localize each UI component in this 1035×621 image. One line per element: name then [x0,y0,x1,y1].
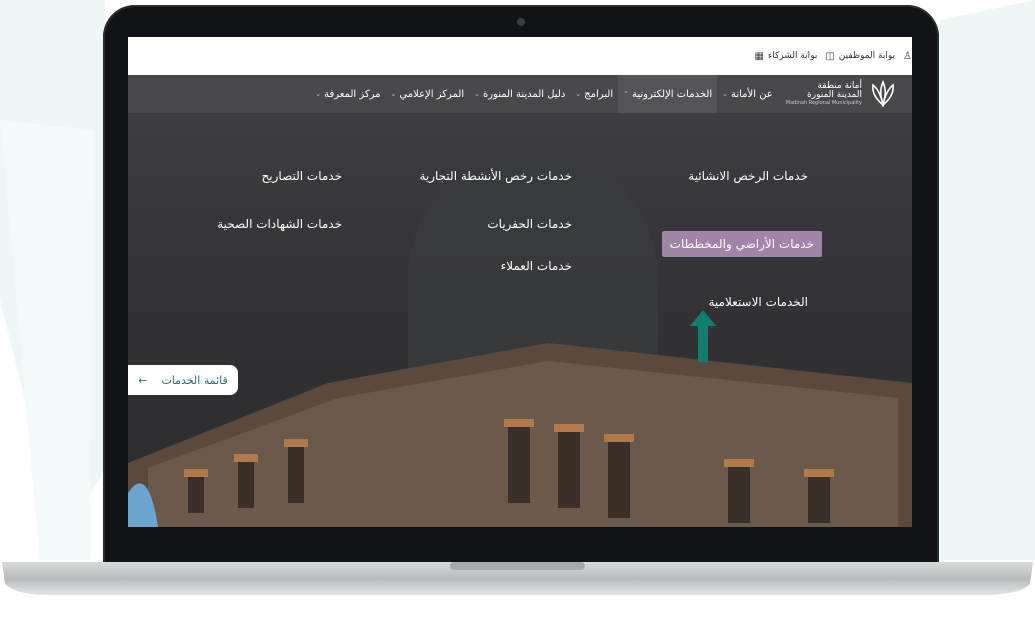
chevron-down-icon: ⌄ [315,90,322,98]
nav-item-e-services[interactable]: الخدمات الإلكترونية ⌃ [618,75,718,113]
nav-item-knowledge-center[interactable]: مركز المعرفة ⌄ [310,75,385,113]
user-icon: ♙ [903,50,912,62]
id-card-icon: ◫ [825,50,835,62]
chevron-down-icon: ⌄ [390,90,397,98]
logo-line-3: Madinah Regional Municipality [785,99,862,106]
nav-item-programs[interactable]: البرامج ⌄ [570,75,618,113]
nav-item-label: البرامج [584,88,614,100]
partners-portal-link[interactable]: ▦ بوابة الشركاء [755,51,818,62]
nav-item-media-center[interactable]: المركز الإعلامي ⌄ [386,75,470,113]
arrow-up-icon [690,310,716,362]
nav-item-label: المركز الإعلامي [399,88,465,100]
service-lands-and-plans[interactable]: خدمات الأراضي والمخططات [661,231,822,257]
chevron-down-icon: ⌄ [722,90,728,98]
nav-item-label: دليل المدينة المنورة [482,88,566,100]
services-list-label: قائمة الخدمات [161,373,228,387]
chevron-down-icon: ⌄ [474,90,480,98]
service-excavations[interactable]: خدمات الحفريات [487,217,572,231]
service-inquiry-services[interactable]: الخدمات الاستعلامية [708,295,808,309]
building-icon: ▦ [754,50,764,62]
arrow-left-icon: ← [138,373,148,387]
nav-item-madinah-guide[interactable]: دليل المدينة المنورة ⌄ [469,75,570,113]
service-customer-services[interactable]: خدمات العملاء [501,259,572,273]
chevron-down-icon: ⌄ [575,90,582,98]
municipality-logo[interactable]: أمانة منطقة المدينة المنورة Madinah Regi… [786,79,898,109]
employees-portal-label: بوابة الموظفين [838,51,896,61]
nav-item-label: عن الأمانة [730,88,773,100]
service-commercial-activity-licenses[interactable]: خدمات رخص الأنشطة التجارية [419,169,572,183]
service-health-certificates[interactable]: خدمات الشهادات الصحية [217,217,342,231]
user-link[interactable]: ♙ [903,51,912,62]
main-navbar: أمانة منطقة المدينة المنورة Madinah Regi… [128,75,912,113]
employees-portal-link[interactable]: ◫ بوابة الموظفين [825,51,895,62]
services-list-button[interactable]: ← قائمة الخدمات [128,365,238,395]
laptop-base [2,562,1033,595]
service-construction-permits[interactable]: خدمات الرخص الانشائية [688,169,808,183]
chevron-up-icon: ⌃ [623,90,629,98]
nav-item-about[interactable]: عن الأمانة ⌄ [717,75,778,113]
webcam-icon [517,18,525,26]
services-mega-menu: خدمات الرخص الانشائية خدمات الأراضي والم… [128,113,912,527]
partners-portal-label: بوابة الشركاء [768,51,818,61]
service-permits[interactable]: خدمات التصاريح [262,169,342,183]
nav-item-label: مركز المعرفة [324,88,381,100]
browser-screen: ▦ بوابة الشركاء ◫ بوابة الموظفين ♙ أمانة… [128,37,912,527]
top-links-bar: ▦ بوابة الشركاء ◫ بوابة الموظفين ♙ [128,37,912,75]
background-building [128,343,912,527]
logo-mark-icon [868,79,898,109]
nav-item-label: الخدمات الإلكترونية [632,88,713,100]
